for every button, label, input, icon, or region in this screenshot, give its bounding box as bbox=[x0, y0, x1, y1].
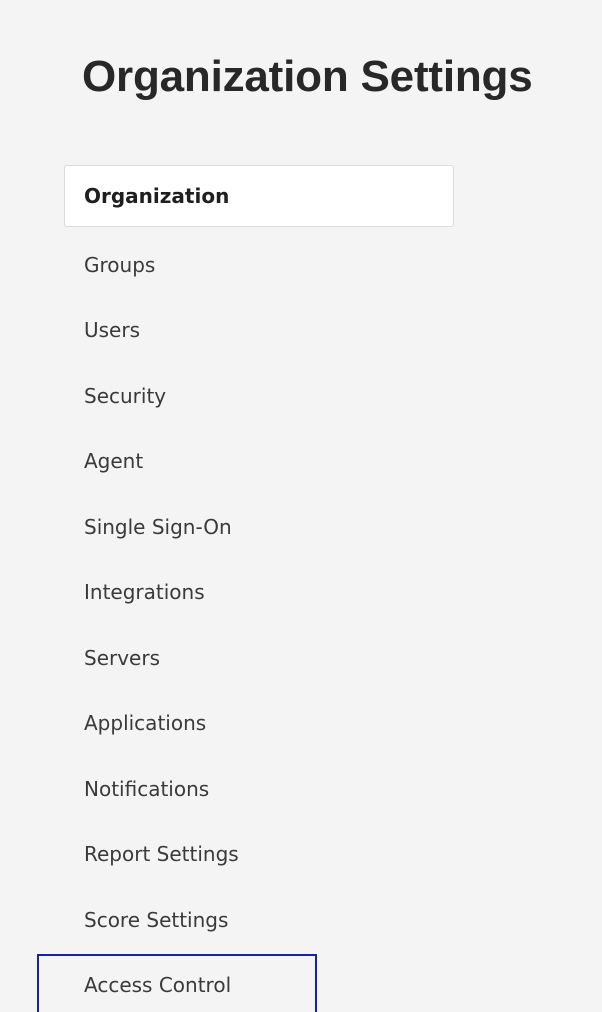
nav-item-single-sign-on[interactable]: Single Sign-On bbox=[64, 496, 454, 558]
nav-item-label: Score Settings bbox=[84, 908, 229, 932]
nav-item-score-settings[interactable]: Score Settings bbox=[64, 889, 454, 951]
settings-page: Organization Settings Organization Group… bbox=[0, 0, 602, 1012]
nav-item-label: Applications bbox=[84, 711, 207, 735]
nav-item-label: Integrations bbox=[84, 580, 205, 604]
nav-item-label: Servers bbox=[84, 646, 161, 670]
nav-item-label: Access Control bbox=[84, 973, 232, 997]
nav-item-label: Security bbox=[84, 384, 167, 408]
nav-item-label: Organization bbox=[84, 184, 230, 208]
nav-item-label: Agent bbox=[84, 449, 144, 473]
nav-item-agent[interactable]: Agent bbox=[64, 430, 454, 492]
nav-item-notifications[interactable]: Notifications bbox=[64, 758, 454, 820]
nav-item-label: Single Sign-On bbox=[84, 515, 232, 539]
nav-item-users[interactable]: Users bbox=[64, 299, 454, 361]
nav-item-integrations[interactable]: Integrations bbox=[64, 561, 454, 623]
nav-item-label: Groups bbox=[84, 253, 156, 277]
nav-item-report-settings[interactable]: Report Settings bbox=[64, 823, 454, 885]
nav-item-label: Notifications bbox=[84, 777, 210, 801]
nav-item-security[interactable]: Security bbox=[64, 365, 454, 427]
nav-item-access-control[interactable]: Access Control bbox=[37, 954, 317, 1012]
nav-item-groups[interactable]: Groups bbox=[64, 234, 454, 296]
settings-sidebar-nav: Organization Groups Users Security Agent… bbox=[0, 0, 602, 1012]
nav-item-servers[interactable]: Servers bbox=[64, 627, 454, 689]
nav-item-applications[interactable]: Applications bbox=[64, 692, 454, 754]
nav-item-label: Users bbox=[84, 318, 141, 342]
nav-item-organization[interactable]: Organization bbox=[64, 165, 454, 227]
nav-item-label: Report Settings bbox=[84, 842, 239, 866]
